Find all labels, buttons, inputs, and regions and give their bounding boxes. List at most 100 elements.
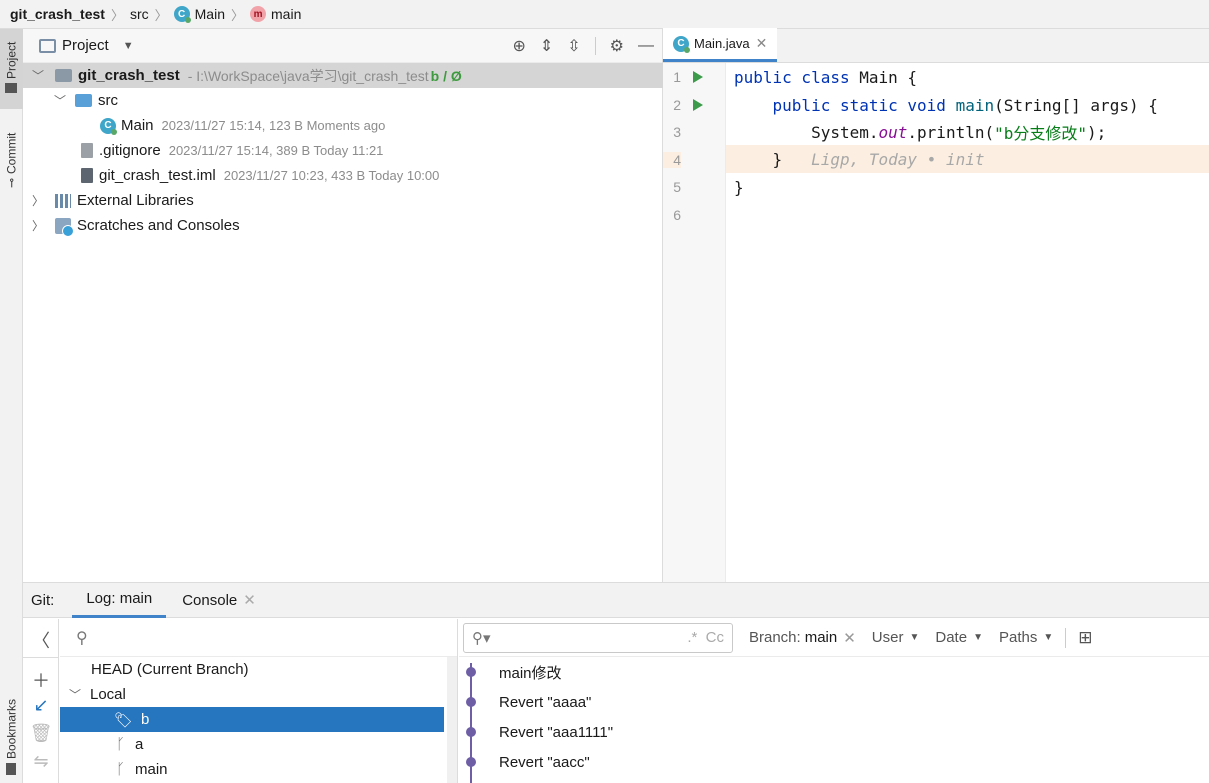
tree-item-external-libraries[interactable]: 〉 External Libraries bbox=[23, 188, 194, 213]
breadcrumb-method[interactable]: m main bbox=[250, 6, 301, 22]
code-text: .println( bbox=[907, 122, 995, 142]
commit-node-icon bbox=[466, 727, 476, 737]
scratches-icon bbox=[55, 217, 74, 237]
tree-item-src-label: src bbox=[98, 92, 118, 109]
compare-icon[interactable]: ⇋ bbox=[23, 751, 59, 772]
log-toolbar: ⚲▾ .* Cc Branch: main ✕ User ▼ Date ▼ Paths… bbox=[459, 619, 1209, 657]
chevron-right-icon[interactable]: 〉 bbox=[31, 192, 45, 209]
paths-filter[interactable]: Paths ▼ bbox=[999, 629, 1053, 646]
line-number: 6 bbox=[673, 207, 681, 223]
branch-a-label: a bbox=[135, 736, 144, 753]
code-text: } bbox=[734, 149, 783, 169]
branch-main[interactable]: ᚴ main bbox=[60, 757, 444, 782]
trash-icon[interactable]: 🗑 bbox=[23, 723, 59, 744]
folder-icon bbox=[75, 94, 92, 107]
git-tab-bar: Git: Log: main Console ✕ bbox=[23, 583, 1209, 618]
collapse-all-icon[interactable]: ⇳ bbox=[567, 36, 580, 56]
gear-icon[interactable]: ⚙ bbox=[610, 36, 624, 56]
code-line-1[interactable]: public class Main { bbox=[734, 63, 917, 91]
minimize-icon[interactable]: — bbox=[638, 37, 654, 55]
commit-row[interactable]: main修改 bbox=[459, 657, 1209, 687]
divider bbox=[594, 37, 596, 55]
editor-tab-main-java[interactable]: C Main.java ✕ bbox=[663, 28, 778, 62]
tree-item-root[interactable]: ﹀ git_crash_test - I:\WorkSpace\java学习\g… bbox=[23, 63, 663, 88]
run-icon[interactable] bbox=[693, 99, 703, 111]
code-line-5[interactable]: } bbox=[734, 173, 744, 201]
log-search-input[interactable]: ⚲▾ .* Cc bbox=[463, 622, 733, 653]
chevron-right-icon[interactable]: 〉 bbox=[31, 217, 45, 234]
breadcrumb-project[interactable]: git_crash_test bbox=[10, 6, 105, 22]
breadcrumb-class[interactable]: C Main bbox=[173, 6, 225, 23]
branch-group-local[interactable]: ﹀ Local bbox=[60, 682, 444, 707]
chevron-down-icon[interactable]: ﹀ bbox=[68, 686, 82, 703]
library-icon bbox=[55, 193, 71, 208]
tab-console[interactable]: Console ✕ bbox=[168, 591, 270, 610]
project-panel-title[interactable]: Project bbox=[62, 37, 109, 54]
ignored-file-icon bbox=[81, 143, 93, 158]
add-icon[interactable]: ＋ bbox=[23, 667, 59, 693]
tree-item-scratches[interactable]: 〉 Scratches and Consoles bbox=[23, 213, 240, 238]
paths-filter-label: Paths bbox=[998, 629, 1038, 646]
locate-icon[interactable]: ⊕ bbox=[512, 36, 525, 56]
line-number: 3 bbox=[673, 124, 681, 140]
tool-tab-commit[interactable]: ⊸ Commit bbox=[0, 121, 23, 199]
tree-item-external-libraries-label: External Libraries bbox=[77, 192, 194, 209]
folder-icon bbox=[5, 82, 18, 93]
breadcrumb-class-label: Main bbox=[194, 6, 225, 22]
tree-item-iml[interactable]: git_crash_test.iml 2023/11/27 10:23, 433… bbox=[23, 163, 439, 188]
code-line-4[interactable]: } Ligp, Today • init bbox=[734, 145, 985, 173]
code-text: Main { bbox=[859, 67, 918, 87]
tag-icon: 🏷 bbox=[114, 711, 134, 729]
expand-all-icon[interactable]: ⇕ bbox=[540, 36, 553, 56]
date-filter[interactable]: Date ▼ bbox=[935, 629, 983, 646]
search-icon: ⚲▾ bbox=[472, 629, 491, 647]
line-number: 5 bbox=[673, 179, 681, 195]
regex-case-icon[interactable]: .* Cc bbox=[687, 629, 724, 646]
close-icon[interactable]: ✕ bbox=[843, 629, 856, 647]
tree-item-main-label: Main bbox=[121, 117, 154, 134]
branch-a[interactable]: ᚴ a bbox=[60, 732, 444, 757]
close-icon[interactable]: ✕ bbox=[243, 591, 256, 609]
tab-log-main[interactable]: Log: main bbox=[72, 583, 167, 618]
code-keyword: public static void bbox=[734, 95, 956, 115]
tool-tab-bookmarks[interactable]: Bookmarks bbox=[0, 691, 23, 783]
user-filter[interactable]: User ▼ bbox=[872, 629, 920, 646]
code-text: } bbox=[734, 177, 744, 197]
code-function: main bbox=[955, 95, 995, 115]
checkout-arrow-icon[interactable]: ↙ bbox=[23, 695, 59, 716]
commit-row[interactable]: Revert "aaaa" bbox=[459, 687, 1209, 717]
code-editor: C Main.java ✕ 1 2 3 4 5 6 public class M… bbox=[663, 28, 1209, 582]
tool-tab-project[interactable]: Project bbox=[0, 29, 23, 109]
tree-item-iml-label: git_crash_test.iml bbox=[99, 167, 216, 184]
new-tab-icon[interactable]: ⊞ bbox=[1078, 628, 1092, 648]
breadcrumb-src-label: src bbox=[129, 6, 149, 22]
collapse-left-icon[interactable]: 〈 bbox=[23, 627, 59, 653]
chevron-down-icon[interactable]: ﹀ bbox=[31, 67, 45, 84]
branch-search[interactable]: ⚲ bbox=[60, 619, 457, 657]
branch-head[interactable]: HEAD (Current Branch) bbox=[60, 657, 444, 682]
chevron-down-icon[interactable]: ▼ bbox=[123, 40, 134, 52]
commit-row[interactable]: Revert "aacc" bbox=[459, 747, 1209, 777]
close-icon[interactable]: ✕ bbox=[756, 35, 768, 52]
branch-filter-label: Branch: bbox=[749, 629, 801, 646]
root-branch: b / Ø bbox=[430, 67, 462, 84]
branch-b[interactable]: 🏷 b bbox=[60, 707, 444, 732]
branch-filter[interactable]: Branch: main ✕ bbox=[749, 629, 856, 647]
run-icon[interactable] bbox=[693, 71, 703, 83]
tree-item-src[interactable]: ﹀ src bbox=[23, 88, 118, 113]
commit-row[interactable]: Revert "aaa1111" bbox=[459, 717, 1209, 747]
project-view-icon bbox=[39, 38, 56, 53]
code-keyword: public class bbox=[734, 67, 860, 87]
breadcrumb-src[interactable]: src bbox=[130, 6, 149, 22]
project-panel: Project ▼ ⊕ ⇕ ⇳ ⚙ — ﹀ git_crash_test - I… bbox=[23, 29, 663, 582]
chevron-down-icon[interactable]: ﹀ bbox=[53, 92, 67, 109]
code-line-3[interactable]: System. out .println("b分支修改"); bbox=[734, 118, 1106, 146]
code-line-2[interactable]: public static void main (String[] args) { bbox=[734, 91, 1158, 119]
commit-message: Revert "aacc" bbox=[499, 753, 590, 771]
tree-item-main[interactable]: C Main 2023/11/27 15:14, 123 B Moments a… bbox=[23, 113, 385, 138]
tab-log-main-label: Log: main bbox=[86, 590, 153, 607]
tree-item-gitignore[interactable]: .gitignore 2023/11/27 15:14, 389 B Today… bbox=[23, 138, 383, 163]
scrollbar[interactable] bbox=[447, 657, 457, 783]
tree-item-scratches-label: Scratches and Consoles bbox=[77, 217, 240, 234]
commit-message: Revert "aaa1111" bbox=[499, 723, 614, 741]
